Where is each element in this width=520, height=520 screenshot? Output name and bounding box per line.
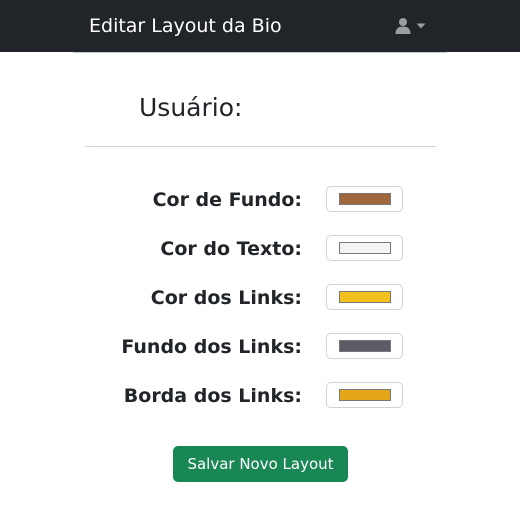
- user-menu-dropdown[interactable]: [394, 14, 428, 38]
- text-color-swatch: [339, 242, 391, 254]
- caret-down-icon: [416, 23, 426, 29]
- page-title: Usuário:: [139, 93, 243, 122]
- links-border-swatch: [339, 389, 391, 401]
- links-background-label: Fundo dos Links:: [121, 336, 302, 358]
- links-border-picker[interactable]: [326, 382, 403, 408]
- links-color-swatch: [339, 291, 391, 303]
- links-color-picker[interactable]: [326, 284, 403, 310]
- section-divider: [85, 146, 436, 147]
- links-border-label: Borda dos Links:: [123, 385, 302, 407]
- navbar-divider: [73, 52, 447, 53]
- user-icon: [394, 17, 412, 35]
- save-layout-button[interactable]: Salvar Novo Layout: [173, 446, 348, 482]
- links-background-picker[interactable]: [326, 333, 403, 359]
- links-color-label: Cor dos Links:: [150, 287, 302, 309]
- background-color-picker[interactable]: [326, 186, 403, 212]
- links-background-swatch: [339, 340, 391, 352]
- background-color-label: Cor de Fundo:: [152, 189, 302, 211]
- navbar: Editar Layout da Bio: [0, 0, 520, 52]
- navbar-brand[interactable]: Editar Layout da Bio: [89, 14, 282, 38]
- background-color-swatch: [339, 193, 391, 205]
- text-color-picker[interactable]: [326, 235, 403, 261]
- text-color-label: Cor do Texto:: [160, 238, 302, 260]
